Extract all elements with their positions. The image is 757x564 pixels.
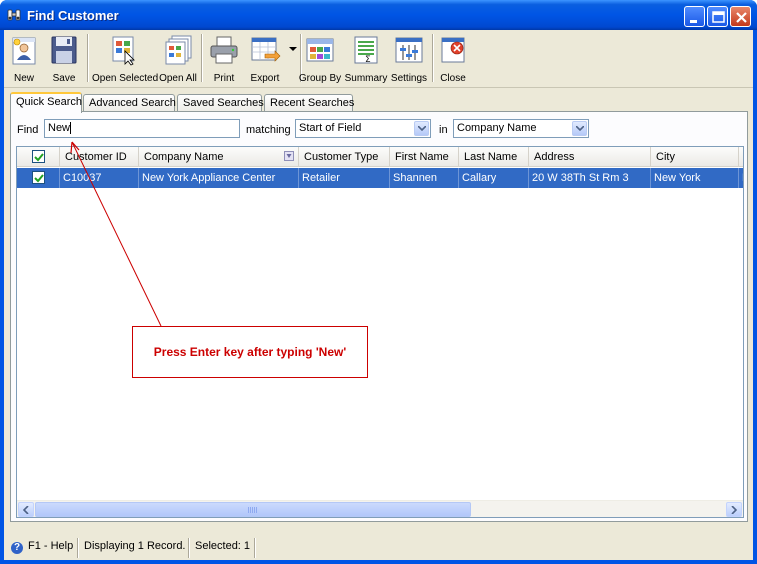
close-icon	[736, 12, 747, 23]
maximize-button[interactable]	[707, 6, 728, 27]
status-bar: ? F1 - Help Displaying 1 Record. Selecte…	[4, 534, 753, 560]
open-selected-button[interactable]: Open Selected	[92, 34, 159, 86]
summary-button[interactable]: Σ Summary	[344, 34, 388, 86]
open-selected-icon	[112, 36, 135, 66]
annotation-text: Press Enter key after typing 'New'	[153, 345, 347, 359]
toolbar-separator	[201, 34, 203, 82]
toolbar-separator	[432, 34, 434, 82]
tab-quick-search[interactable]: Quick Search	[10, 92, 82, 113]
window-client-area: New Save Open Selected Open All Print Ex…	[4, 30, 753, 560]
close-doc-icon	[441, 37, 465, 63]
minimize-icon	[690, 20, 697, 23]
summary-label: Summary	[344, 73, 388, 84]
toolbar-separator	[87, 34, 89, 82]
settings-icon	[395, 37, 423, 63]
find-customer-window: Find Customer New Save Open Selected Ope…	[0, 0, 757, 564]
status-help[interactable]: F1 - Help	[28, 540, 73, 558]
svg-text:Σ: Σ	[365, 55, 371, 65]
export-button[interactable]: Export	[246, 34, 298, 86]
save-label: Save	[52, 73, 76, 84]
help-icon[interactable]: ?	[11, 542, 23, 554]
close-button[interactable]: Close	[436, 34, 470, 86]
new-user-icon	[12, 37, 36, 65]
annotation-callout: Press Enter key after typing 'New'	[132, 326, 368, 378]
window-title: Find Customer	[27, 8, 119, 23]
new-label: New	[13, 73, 34, 84]
open-selected-label: Open Selected	[92, 73, 159, 84]
save-button[interactable]: Save	[46, 34, 82, 86]
status-separator	[77, 538, 79, 558]
status-selected-count: Selected: 1	[195, 540, 251, 552]
open-all-icon	[165, 35, 192, 65]
open-all-label: Open All	[159, 73, 197, 84]
status-separator	[254, 538, 256, 558]
binoculars-icon	[7, 9, 21, 21]
minimize-button[interactable]	[684, 6, 705, 27]
floppy-icon	[51, 36, 77, 64]
tab-advanced-search[interactable]: Advanced Search	[83, 94, 176, 112]
status-record-count: Displaying 1 Record.	[84, 540, 186, 552]
group-by-button[interactable]: Group By	[298, 34, 342, 86]
printer-icon	[210, 36, 238, 64]
close-label: Close	[440, 73, 466, 84]
title-bar[interactable]: Find Customer	[0, 0, 757, 30]
export-icon	[251, 37, 281, 62]
annotation-arrow	[70, 141, 162, 327]
group-by-icon	[306, 38, 334, 62]
print-button[interactable]: Print	[206, 34, 242, 86]
settings-button[interactable]: Settings	[390, 34, 428, 86]
settings-label: Settings	[390, 73, 428, 84]
chevron-down-icon[interactable]	[289, 47, 297, 52]
new-button[interactable]: New	[6, 34, 42, 86]
maximize-icon	[712, 11, 725, 23]
tab-recent-searches[interactable]: Recent Searches	[264, 94, 354, 112]
export-label: Export	[250, 73, 280, 84]
close-window-button[interactable]	[730, 6, 751, 27]
status-separator	[188, 538, 190, 558]
summary-icon: Σ	[354, 36, 378, 65]
toolbar: New Save Open Selected Open All Print Ex…	[4, 30, 753, 88]
quick-search-panel: Find New matching Start of Field in Comp…	[10, 111, 748, 522]
open-all-button[interactable]: Open All	[158, 34, 198, 86]
tab-saved-searches[interactable]: Saved Searches	[177, 94, 264, 112]
print-label: Print	[213, 73, 235, 84]
group-by-label: Group By	[298, 73, 342, 84]
